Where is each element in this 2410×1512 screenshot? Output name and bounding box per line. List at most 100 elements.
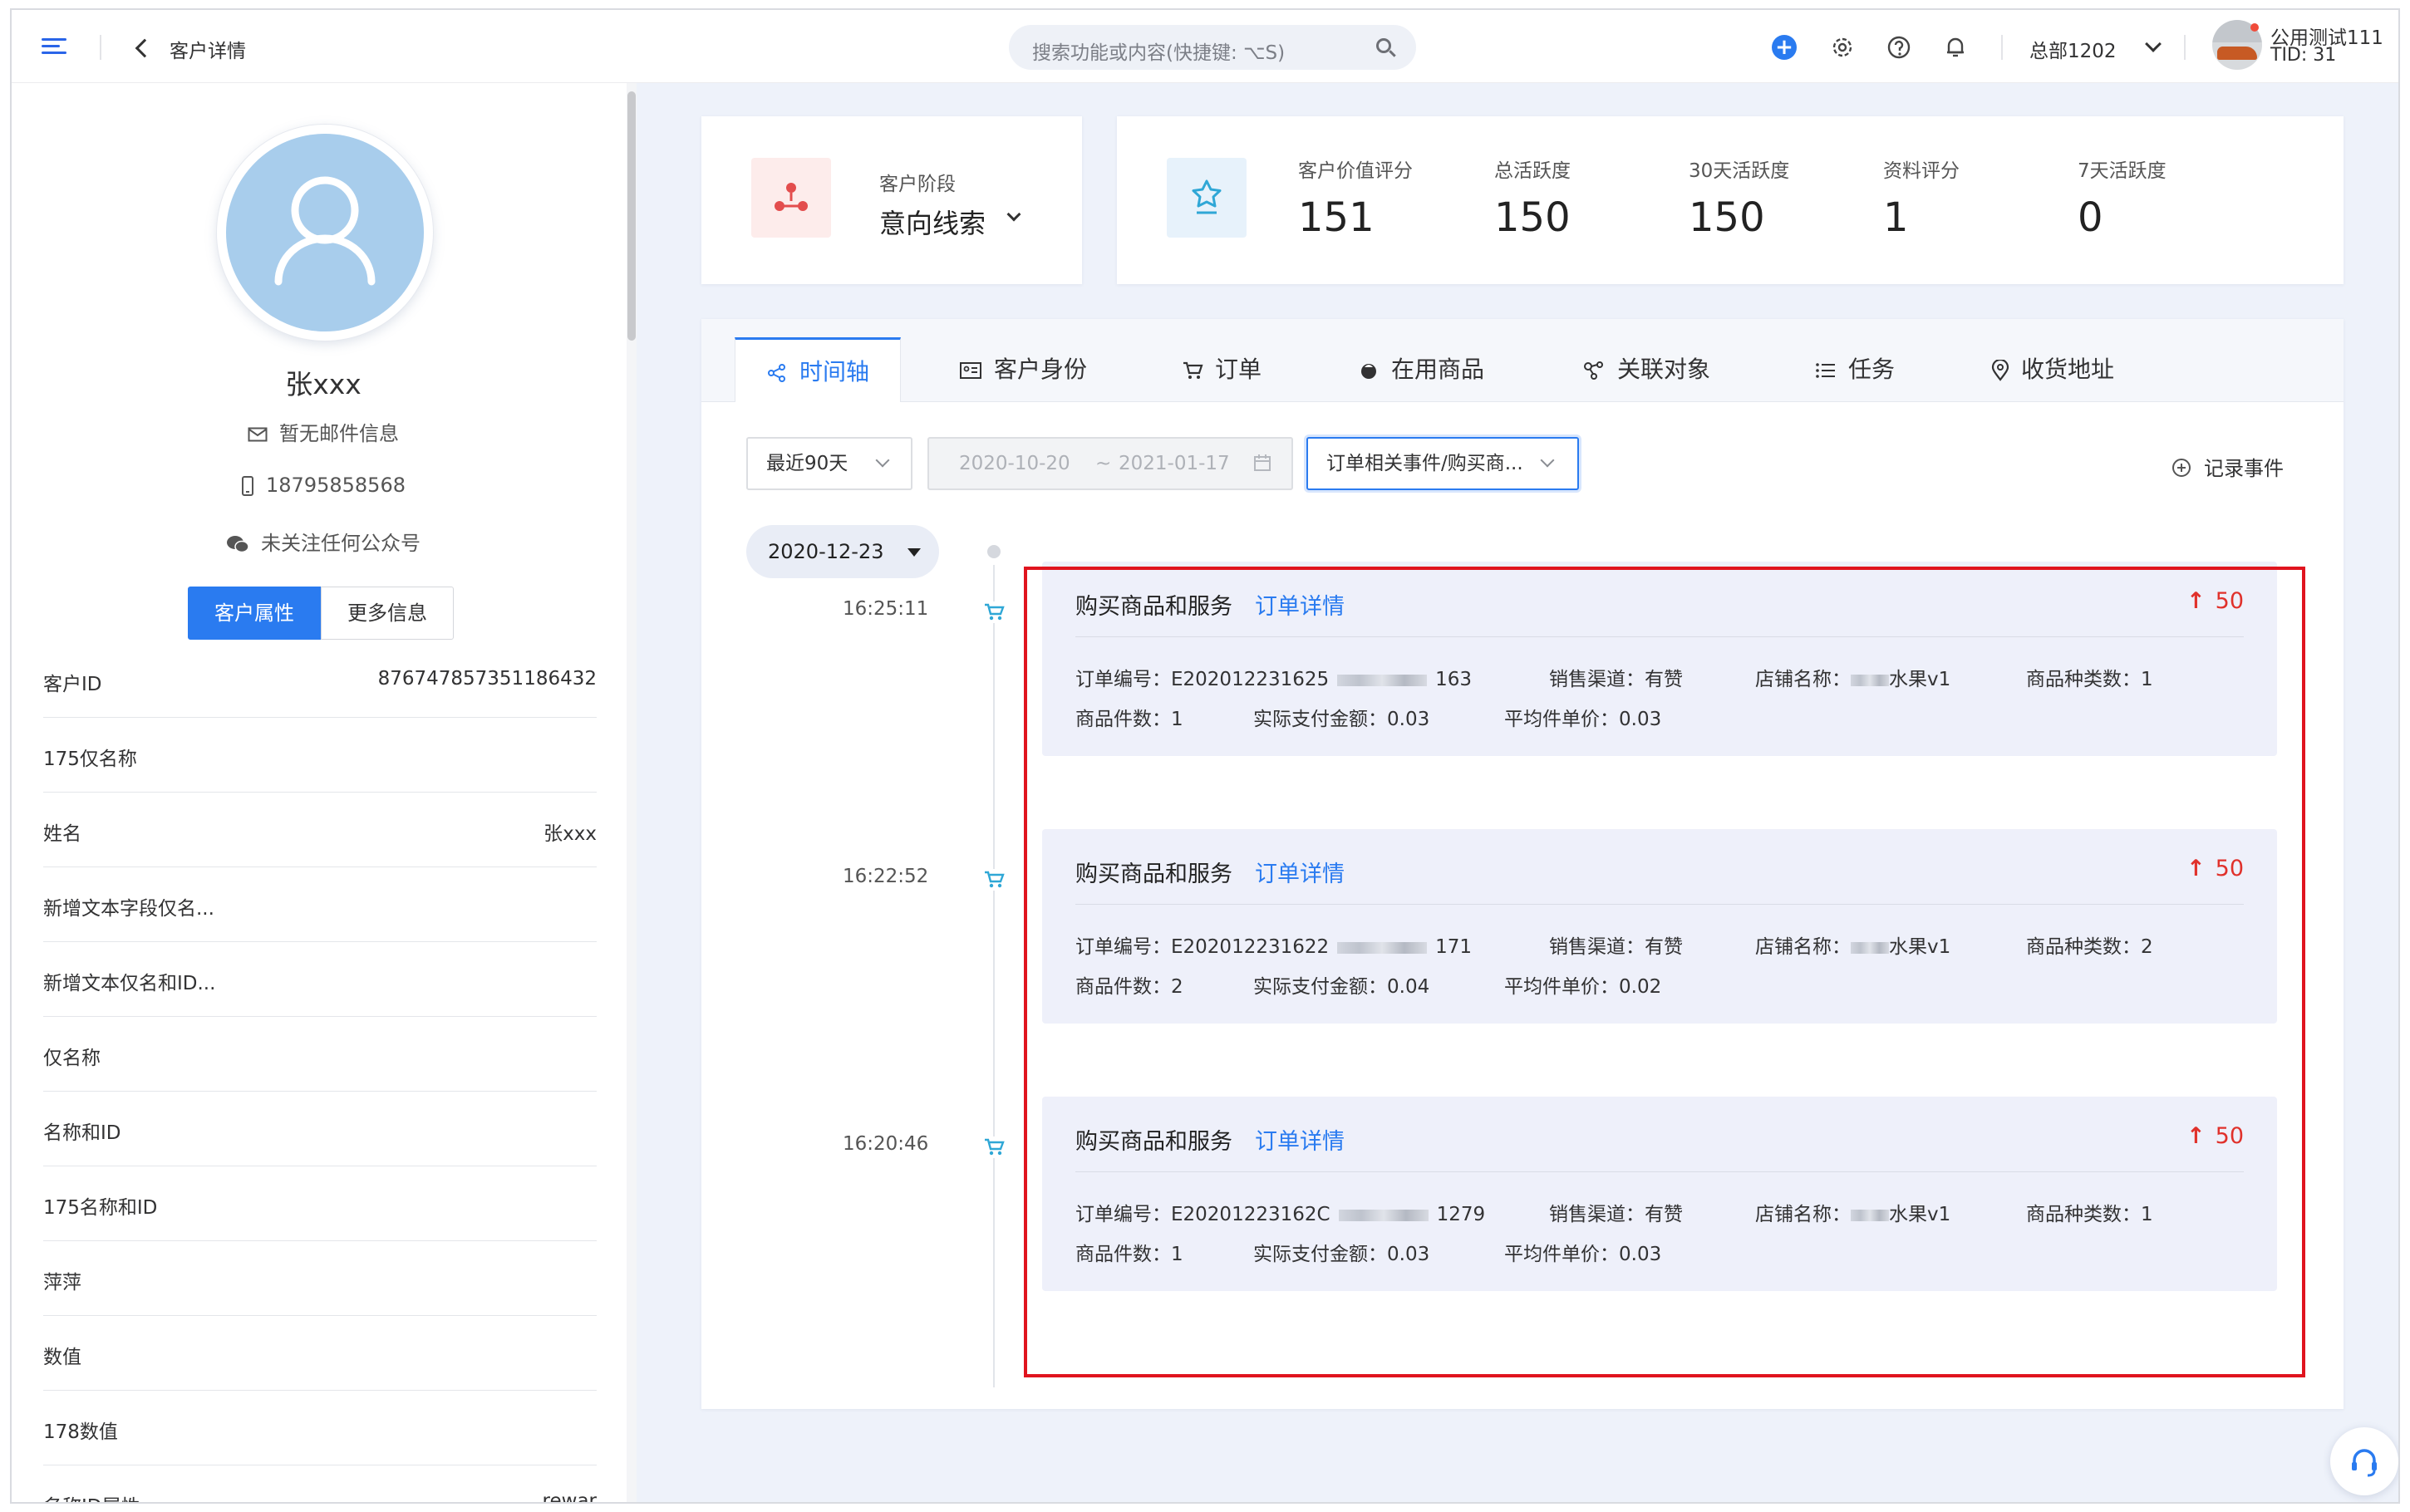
attribute-key: 新增文本仅名和ID...	[43, 973, 216, 994]
tab-customer-identity[interactable]: 客户身份	[959, 337, 1087, 402]
metrics-icon-box	[1167, 158, 1247, 238]
chevron-down-icon	[1540, 453, 1555, 468]
chevron-down-icon[interactable]	[1006, 207, 1021, 222]
attribute-value: rewar	[542, 1490, 597, 1504]
record-event-label: 记录事件	[2204, 457, 2284, 480]
divider	[2184, 35, 2186, 60]
period-select[interactable]: 最近90天	[746, 437, 912, 490]
cart-icon	[1183, 361, 1203, 379]
date-separator: ~	[1095, 453, 1112, 474]
timeline-dot	[987, 545, 1001, 558]
tab-label: 关联对象	[1617, 356, 1711, 383]
attribute-row: 姓名 张xxx	[43, 793, 597, 867]
phone-icon	[242, 476, 254, 496]
app-window: 客户详情 搜索功能或内容(快捷键: ⌥S) + 总部1202 公用测试111 T…	[10, 8, 2400, 1504]
attribute-key: 新增文本字段仅名...	[43, 898, 214, 920]
share-icon	[767, 364, 785, 382]
stage-selector[interactable]: 意向线索	[879, 203, 986, 241]
wechat-text: 未关注任何公众号	[261, 532, 421, 555]
date-start: 2020-10-20	[959, 453, 1070, 474]
phone-text: 18795858568	[266, 474, 406, 497]
attribute-value: 876747857351186432	[377, 668, 597, 690]
relation-icon	[1584, 361, 1603, 380]
tab-label: 在用商品	[1391, 356, 1485, 383]
tab-timeline[interactable]: 时间轴	[735, 337, 901, 402]
settings-icon[interactable]	[1828, 33, 1857, 61]
customer-service-button[interactable]	[2330, 1427, 2398, 1495]
event-time: 16:22:52	[843, 866, 929, 887]
attribute-key: 仅名称	[43, 1048, 101, 1069]
headset-icon	[2352, 1449, 2377, 1477]
metric-item: 7天活跃度 0	[2078, 155, 2167, 241]
attribute-key: 姓名	[43, 823, 81, 845]
bell-icon[interactable]	[1941, 33, 1970, 61]
attribute-row: 数值	[43, 1316, 597, 1391]
tab-tasks[interactable]: 任务	[1815, 337, 1895, 402]
help-icon[interactable]	[1885, 33, 1913, 61]
stage-label: 客户阶段	[879, 174, 956, 195]
customer-avatar	[217, 125, 433, 341]
timeline-line	[993, 565, 995, 1387]
timeline-date-toggle[interactable]: 2020-12-23	[746, 525, 939, 578]
metric-item: 资料评分 1	[1883, 155, 1960, 241]
stage-icon-box	[751, 158, 831, 238]
attribute-key: 数值	[43, 1347, 81, 1368]
attribute-key: 萍萍	[43, 1272, 81, 1294]
attribute-key: 178数值	[43, 1421, 118, 1443]
list-icon	[1816, 363, 1835, 378]
metric-label: 资料评分	[1883, 160, 1960, 182]
tab-customer-attributes[interactable]: 客户属性	[188, 587, 321, 640]
cart-icon	[982, 869, 1006, 891]
tab-shipping-address[interactable]: 收货地址	[1991, 337, 2114, 402]
id-card-icon	[960, 362, 981, 379]
left-panel-scrollbar[interactable]	[627, 83, 637, 1502]
email-info: 暂无邮件信息	[12, 417, 635, 446]
tab-products-in-use[interactable]: 在用商品	[1358, 337, 1484, 402]
metric-value: 151	[1298, 194, 1375, 241]
customer-timeline-panel: 时间轴 客户身份 订单 在用商品 关联对象 任务 收货地址 最近90天 2020-10-20…	[701, 319, 2344, 1409]
highlight-box	[1024, 567, 2305, 1377]
tab-label: 时间轴	[799, 358, 869, 385]
top-bar: 客户详情 搜索功能或内容(快捷键: ⌥S) + 总部1202 公用测试111 T…	[12, 10, 2398, 83]
attribute-row: 新增文本字段仅名...	[43, 867, 597, 942]
wechat-info: 未关注任何公众号	[12, 527, 635, 556]
metric-item: 30天活跃度 150	[1689, 155, 1789, 241]
tab-label: 收货地址	[2021, 356, 2115, 383]
metric-label: 客户价值评分	[1298, 160, 1413, 182]
back-icon[interactable]	[135, 38, 155, 58]
add-circle-icon	[2172, 459, 2191, 477]
event-type-select[interactable]: 订单相关事件/购买商...	[1306, 437, 1579, 490]
metric-item: 客户价值评分 151	[1298, 155, 1413, 241]
date-range-picker[interactable]: 2020-10-20 ~ 2021-01-17	[927, 437, 1293, 490]
metric-label: 30天活跃度	[1689, 160, 1790, 182]
chevron-down-icon[interactable]	[2145, 36, 2162, 52]
attribute-key: 客户ID	[43, 674, 102, 695]
tab-more-info[interactable]: 更多信息	[321, 587, 454, 640]
email-text: 暂无邮件信息	[279, 422, 399, 445]
divider	[100, 35, 101, 60]
period-value: 最近90天	[766, 453, 848, 474]
metric-value: 1	[1883, 194, 1909, 241]
search-input[interactable]: 搜索功能或内容(快捷键: ⌥S)	[1009, 25, 1416, 70]
attribute-key: 名称ID属性	[43, 1490, 140, 1502]
page-title: 客户详情	[170, 41, 246, 62]
badge-icon	[1192, 179, 1222, 214]
tenant-selector[interactable]: 总部1202	[2029, 35, 2117, 63]
tab-orders[interactable]: 订单	[1182, 337, 1262, 402]
user-icon	[274, 176, 376, 286]
record-event-button[interactable]: 记录事件	[2172, 452, 2284, 481]
metric-value: 150	[1689, 194, 1765, 241]
stage-icon	[775, 183, 808, 211]
customer-name: 张xxx	[285, 368, 362, 400]
add-icon[interactable]: +	[1772, 35, 1797, 60]
location-icon	[1991, 360, 2009, 381]
caret-down-icon	[907, 548, 921, 557]
metric-label: 7天活跃度	[2078, 160, 2167, 182]
tab-related-objects[interactable]: 关联对象	[1582, 337, 1710, 402]
search-icon[interactable]	[1376, 38, 1391, 53]
product-icon	[1361, 364, 1376, 379]
metric-value: 150	[1494, 194, 1571, 241]
tab-label: 订单	[1215, 356, 1262, 383]
menu-icon[interactable]	[42, 38, 66, 55]
tab-label: 任务	[1848, 356, 1896, 383]
